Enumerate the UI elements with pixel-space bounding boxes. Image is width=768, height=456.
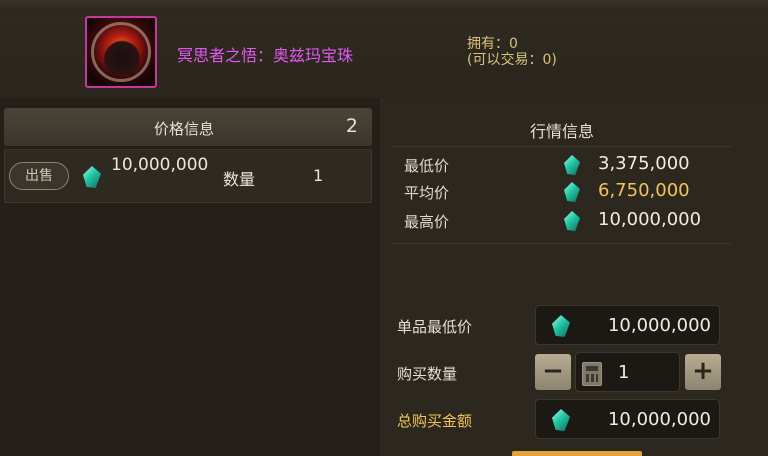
listing-qty: 1 [313,166,324,185]
decrease-qty-button[interactable]: − [535,354,571,390]
calculator-icon[interactable] [582,362,602,386]
demon-figure [101,36,143,74]
total-price-label: 总购买金额 [397,412,473,430]
buy-qty-value: 1 [618,362,630,383]
listing-qty-label: 数量 [223,170,256,189]
tradable-count: (可以交易：0) [467,52,557,68]
listing-row[interactable]: 出售 10,000,000 数量 1 [4,149,372,203]
demon-orb-icon [85,16,157,88]
unit-price-label: 单品最低价 [397,318,473,336]
max-price-value: 10,000,000 [598,209,702,230]
owned-count: 拥有：0 [467,36,518,52]
min-price-label: 最低价 [404,157,450,175]
gem-currency-icon [552,315,570,337]
unit-price-field: 10,000,000 [535,305,720,345]
price-info-title: 价格信息 [154,120,215,138]
buy-button[interactable] [512,451,642,456]
buy-qty-label: 购买数量 [397,365,458,383]
buy-qty-input[interactable]: 1 [575,352,680,392]
price-info-header: 价格信息 2 [4,108,372,146]
listing-price: 10,000,000 [111,155,209,175]
total-price-field: 10,000,000 [535,399,720,439]
sell-button[interactable]: 出售 [9,162,69,190]
unit-price-value: 10,000,000 [607,315,711,336]
owned-info: 拥有：0 (可以交易：0) [467,36,557,68]
total-price-value: 10,000,000 [607,409,711,430]
listing-count: 2 [345,115,358,137]
increase-qty-button[interactable]: + [685,354,721,390]
gem-currency-icon [552,409,570,431]
max-price-label: 最高价 [404,213,450,231]
min-price-value: 3,375,000 [598,153,690,174]
avg-price-value: 6,750,000 [598,180,690,201]
avg-price-label: 平均价 [404,184,450,202]
item-name: 冥思者之悟：奥兹玛宝珠 [177,46,354,65]
gem-currency-icon [83,166,101,188]
market-title: 行情信息 [530,122,595,141]
